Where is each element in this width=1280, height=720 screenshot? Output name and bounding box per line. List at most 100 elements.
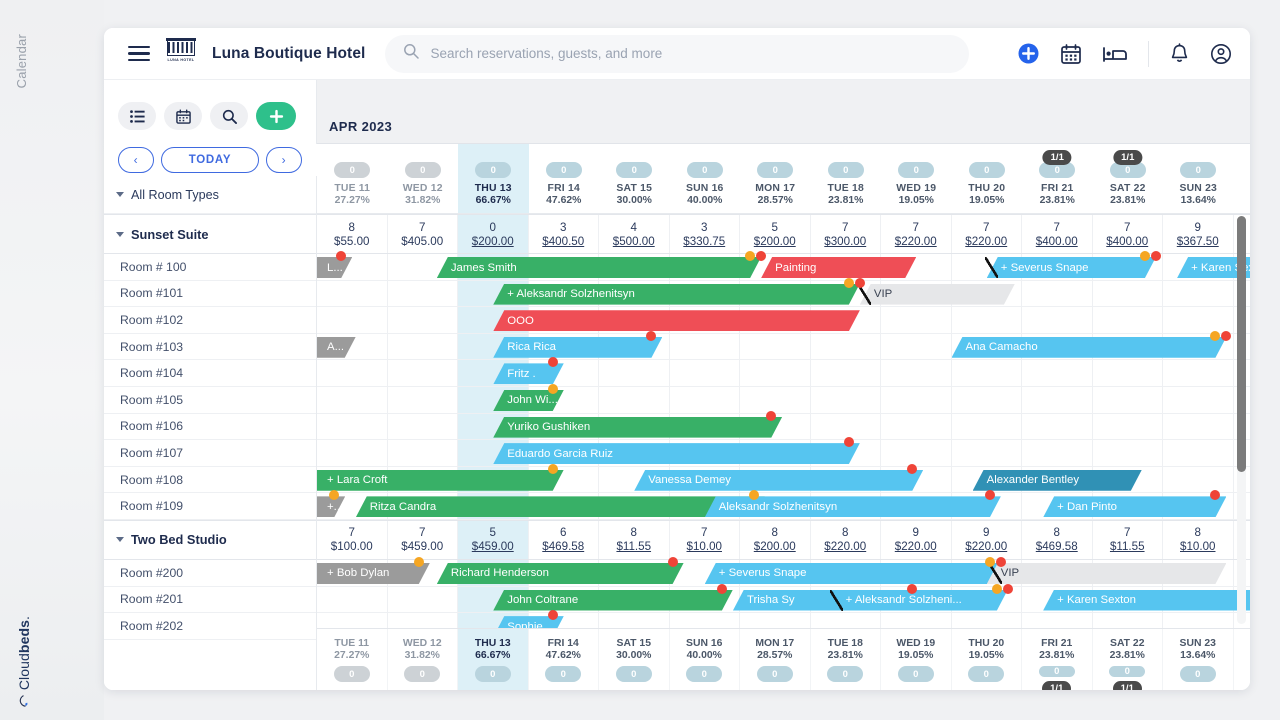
reservation-bar[interactable]: Vanessa Demey — [634, 470, 923, 491]
add-circle-icon[interactable] — [1017, 42, 1040, 65]
room-label[interactable]: Room #200 — [104, 560, 316, 587]
timeline-cell[interactable] — [388, 307, 458, 333]
footer-day-badge[interactable]: 0 — [404, 666, 441, 682]
rate-cell[interactable]: 0 $200.00 — [458, 215, 529, 253]
reservation-bar[interactable]: Ritza Candra — [356, 496, 765, 517]
timeline-cell[interactable] — [599, 386, 670, 413]
reservation-bar[interactable]: + Severus Snape — [705, 563, 1001, 584]
rate-cell[interactable]: 5 $459.00 — [458, 520, 529, 559]
room-type-group-header[interactable]: Two Bed Studio — [104, 519, 316, 560]
rate-price[interactable]: $55.00 — [334, 235, 369, 248]
timeline-cell[interactable] — [1163, 280, 1234, 307]
timeline-cell[interactable] — [740, 333, 811, 360]
reservation-bar[interactable]: Eduardo Garcia Ruiz — [493, 443, 860, 464]
footer-day-cell[interactable]: WED 19 19.05% 0 — [881, 629, 952, 690]
timeline-cell[interactable] — [811, 360, 881, 386]
status-dot-orange[interactable] — [413, 556, 424, 567]
rate-price[interactable]: $300.00 — [824, 235, 866, 248]
rate-price[interactable]: $330.75 — [683, 235, 725, 248]
room-label[interactable]: Room #104 — [104, 360, 316, 387]
user-account-icon[interactable] — [1210, 43, 1232, 65]
status-dot-red[interactable] — [907, 583, 918, 594]
footer-day-cell[interactable]: FRI 21 23.81% 0 1/1 — [1022, 629, 1093, 690]
rate-cell[interactable]: 7 $300.00 — [811, 215, 881, 253]
day-count-badge[interactable]: 0 — [1180, 162, 1217, 178]
day-header-cell[interactable]: 0 WED 12 31.82% — [388, 144, 459, 213]
status-dot-red[interactable] — [1002, 583, 1013, 594]
day-count-badge[interactable]: 0 — [404, 162, 441, 178]
timeline-cell[interactable] — [1093, 307, 1163, 333]
rate-price[interactable]: $10.00 — [687, 540, 722, 553]
rate-price[interactable]: $400.00 — [1106, 235, 1148, 248]
room-label[interactable]: Room # 100 — [104, 254, 316, 281]
reservation-bar[interactable]: Richard Henderson — [437, 563, 684, 584]
room-label[interactable]: Room #201 — [104, 587, 316, 614]
timeline-cell[interactable] — [317, 386, 388, 413]
timeline-cell[interactable] — [952, 413, 1022, 440]
reservation-bar[interactable]: James Smith — [437, 257, 761, 278]
footer-day-cell[interactable]: SAT 22 23.81% 0 1/1 — [1093, 629, 1163, 690]
timeline-cell[interactable] — [811, 333, 881, 360]
day-header-cell[interactable]: 0 SAT 15 30.00% — [599, 144, 670, 213]
footer-day-badge[interactable]: 0 — [545, 666, 582, 682]
rate-price[interactable]: $469.58 — [1036, 540, 1078, 553]
day-count-badge[interactable]: 0 — [827, 162, 864, 178]
footer-day-cell[interactable]: MON 17 28.57% 0 — [740, 629, 811, 690]
reservation-bar[interactable]: Rica Rica — [493, 337, 662, 358]
rate-price[interactable]: $220.00 — [965, 235, 1007, 248]
timeline-cell[interactable] — [317, 413, 388, 440]
list-view-button[interactable] — [118, 102, 156, 130]
reservation-bar[interactable]: Yuriko Gushiken — [493, 417, 782, 438]
day-count-badge[interactable]: 0 — [968, 162, 1005, 178]
rate-price[interactable]: $220.00 — [895, 235, 937, 248]
footer-day-cell[interactable]: THU 20 19.05% 0 — [952, 629, 1022, 690]
room-label[interactable]: Room #109 — [104, 493, 316, 520]
rate-cell[interactable]: 7 $220.00 — [952, 215, 1022, 253]
rate-price[interactable]: $400.00 — [1036, 235, 1078, 248]
rate-cell[interactable]: 3 $400.50 — [529, 215, 599, 253]
status-dot-red[interactable] — [995, 556, 1006, 567]
calendar-view-button[interactable] — [164, 102, 202, 130]
rate-cell[interactable]: 4 $500.00 — [599, 215, 670, 253]
reservation-bar[interactable]: + Dan Pinto — [1043, 496, 1226, 517]
footer-day-cell[interactable]: THU 13 66.67% 0 — [458, 629, 529, 690]
rate-price[interactable]: $200.00 — [754, 540, 796, 553]
rate-cell[interactable]: 8 $55.00 — [317, 215, 388, 253]
status-dot-orange[interactable] — [547, 463, 558, 474]
timeline-cell[interactable] — [811, 413, 881, 440]
status-dot-orange[interactable] — [991, 583, 1002, 594]
hamburger-icon[interactable] — [128, 45, 150, 62]
rate-price[interactable]: $11.55 — [616, 540, 651, 553]
all-room-types-toggle[interactable]: All Room Types — [104, 176, 316, 214]
status-dot-red[interactable] — [547, 610, 558, 621]
rate-price[interactable]: $200.00 — [754, 235, 796, 248]
day-header-cell[interactable]: 1/1 0 FRI 21 23.81% — [1022, 144, 1093, 213]
footer-day-cell[interactable]: SUN 23 13.64% 0 — [1163, 629, 1234, 690]
vertical-scrollbar[interactable] — [1237, 216, 1246, 624]
rate-price[interactable]: $367.50 — [1177, 235, 1219, 248]
day-count-badge[interactable]: 0 — [475, 162, 512, 178]
rate-price[interactable]: $220.00 — [965, 540, 1007, 553]
timeline-cell[interactable] — [1163, 307, 1234, 333]
timeline-cell[interactable] — [881, 440, 952, 466]
day-header-cell[interactable]: 0 WED 19 19.05% — [881, 144, 952, 213]
day-count-badge[interactable]: 0 — [616, 162, 653, 178]
rate-cell[interactable]: 7 $400.00 — [1022, 215, 1093, 253]
rate-cell[interactable]: 7 $459.00 — [388, 520, 458, 559]
timeline-cell[interactable] — [1093, 280, 1163, 307]
timeline-cell[interactable] — [1163, 440, 1234, 466]
day-header-cell[interactable]: 0 TUE 11 27.27% — [317, 144, 388, 213]
scrollbar-thumb[interactable] — [1237, 216, 1246, 472]
reservation-bar[interactable]: VIP — [987, 563, 1227, 584]
timeline-cell[interactable] — [1093, 360, 1163, 386]
footer-day-badge[interactable]: 0 — [1038, 666, 1075, 677]
timeline-cell[interactable] — [881, 360, 952, 386]
footer-day-cell[interactable]: TUE 18 23.81% 0 — [811, 629, 881, 690]
next-period-button[interactable]: › — [266, 147, 302, 173]
timeline-cell[interactable] — [881, 413, 952, 440]
timeline-cell[interactable] — [317, 586, 388, 613]
room-label[interactable]: Room #101 — [104, 281, 316, 308]
room-type-group-header[interactable]: Sunset Suite — [104, 214, 316, 254]
status-dot-red[interactable] — [716, 583, 727, 594]
timeline-cell[interactable] — [1163, 413, 1234, 440]
